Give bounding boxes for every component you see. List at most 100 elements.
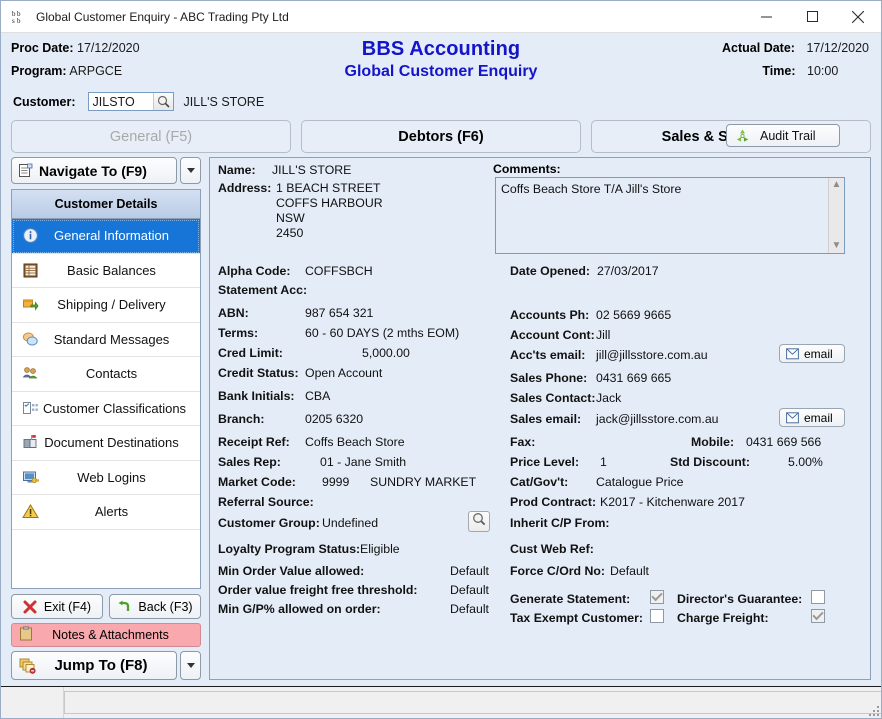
envelope-icon bbox=[786, 348, 799, 360]
sidebar-item-web-logins[interactable]: Web Logins bbox=[12, 461, 200, 496]
navigate-to-row: Navigate To (F9) bbox=[11, 157, 201, 184]
prod-contract-value: K2017 - Kitchenware 2017 bbox=[600, 495, 745, 509]
accounts-ph-label: Accounts Ph: bbox=[510, 308, 589, 322]
customer-group-search-button[interactable] bbox=[468, 511, 490, 532]
body-area: Navigate To (F9) Customer Details bbox=[1, 157, 881, 680]
back-button[interactable]: Back (F3) bbox=[109, 594, 201, 619]
jump-to-button[interactable]: Jump To (F8) bbox=[11, 651, 177, 680]
sidebar-item-contacts[interactable]: Contacts bbox=[12, 357, 200, 392]
terms-value: 60 - 60 DAYS (2 mths EOM) bbox=[305, 326, 459, 340]
sidebar-item-label: Alerts bbox=[43, 504, 200, 519]
address-line-1: 1 BEACH STREET bbox=[276, 181, 381, 195]
receipt-ref-value: Coffs Beach Store bbox=[305, 435, 405, 449]
navigate-to-dropdown[interactable] bbox=[180, 157, 201, 184]
clipboard-icon bbox=[19, 626, 33, 644]
mobile-label: Mobile: bbox=[691, 435, 734, 449]
date-opened-value: 27/03/2017 bbox=[597, 264, 659, 278]
customer-group-value: Undefined bbox=[322, 516, 378, 530]
people-icon bbox=[17, 365, 43, 382]
generate-statement-checkbox[interactable] bbox=[650, 590, 664, 604]
charge-freight-label: Charge Freight: bbox=[677, 611, 769, 625]
account-cont-value: Jill bbox=[596, 328, 610, 342]
bbs-logo-icon: b b s b bbox=[11, 9, 27, 25]
price-level-label: Price Level: bbox=[510, 455, 579, 469]
sidebar-item-general-information[interactable]: General Information bbox=[12, 219, 200, 254]
tax-exempt-label: Tax Exempt Customer: bbox=[510, 611, 643, 625]
tab-debtors[interactable]: Debtors (F6) bbox=[301, 120, 581, 153]
directors-guarantee-checkbox[interactable] bbox=[811, 590, 825, 604]
prod-contract-label: Prod Contract: bbox=[510, 495, 596, 509]
customer-details-list: Customer Details General Information bbox=[11, 189, 201, 589]
freight-threshold-value: Default bbox=[450, 583, 489, 597]
jump-to-label: Jump To (F8) bbox=[44, 657, 176, 674]
recycle-icon bbox=[735, 128, 750, 143]
alpha-code-value: COFFSBCH bbox=[305, 264, 373, 278]
navigate-to-button[interactable]: Navigate To (F9) bbox=[11, 157, 177, 184]
close-icon[interactable] bbox=[835, 1, 881, 32]
sales-phone-label: Sales Phone: bbox=[510, 371, 587, 385]
svg-text:s: s bbox=[12, 17, 15, 25]
comments-scrollbar[interactable]: ▲ ▼ bbox=[828, 178, 844, 253]
sales-contact-value: Jack bbox=[596, 391, 621, 405]
proc-date-value: 17/12/2020 bbox=[77, 41, 140, 55]
sidebar-item-document-destinations[interactable]: Document Destinations bbox=[12, 426, 200, 461]
navigate-to-label: Navigate To (F9) bbox=[39, 163, 147, 179]
back-label: Back (F3) bbox=[138, 600, 192, 614]
loyalty-program-status-label: Loyalty Program Status: bbox=[218, 542, 360, 556]
status-bar bbox=[1, 686, 881, 718]
minimize-icon[interactable] bbox=[743, 1, 789, 32]
notes-attachments-button[interactable]: Notes & Attachments bbox=[11, 623, 201, 647]
comments-value: Coffs Beach Store T/A Jill's Store bbox=[496, 178, 828, 253]
receipt-ref-label: Receipt Ref: bbox=[218, 435, 290, 449]
sidebar-item-alerts[interactable]: Alerts bbox=[12, 495, 200, 530]
date-opened-label: Date Opened: bbox=[510, 264, 590, 278]
std-discount-value: 5.00% bbox=[788, 455, 823, 469]
cust-web-ref-label: Cust Web Ref: bbox=[510, 542, 594, 556]
exit-label: Exit (F4) bbox=[44, 600, 91, 614]
sales-email-button[interactable]: email bbox=[779, 408, 845, 427]
address-line-4: 2450 bbox=[276, 226, 303, 240]
sidebar-action-buttons: Exit (F4) Back (F3) bbox=[11, 594, 201, 680]
scroll-up-icon[interactable]: ▲ bbox=[832, 180, 842, 190]
tax-exempt-checkbox[interactable] bbox=[650, 609, 664, 623]
customer-label: Customer: bbox=[13, 95, 76, 109]
sales-email-label: Sales email: bbox=[510, 412, 581, 426]
min-gp-label: Min G/P% allowed on order: bbox=[218, 602, 381, 616]
exit-button[interactable]: Exit (F4) bbox=[11, 594, 103, 619]
market-code-label: Market Code: bbox=[218, 475, 296, 489]
sidebar-item-label: Standard Messages bbox=[43, 332, 200, 347]
accts-email-button[interactable]: email bbox=[779, 344, 845, 363]
jump-to-dropdown[interactable] bbox=[180, 651, 201, 680]
customer-code-input[interactable]: JILSTO bbox=[88, 92, 174, 111]
tab-general[interactable]: General (F5) bbox=[11, 120, 291, 153]
fax-label: Fax: bbox=[510, 435, 535, 449]
maximize-icon[interactable] bbox=[789, 1, 835, 32]
bank-initials-value: CBA bbox=[305, 389, 330, 403]
checklist-icon bbox=[17, 400, 43, 417]
actual-date-value: 17/12/2020 bbox=[806, 41, 869, 55]
sidebar-item-customer-classifications[interactable]: Customer Classifications bbox=[12, 392, 200, 427]
force-cord-label: Force C/Ord No: bbox=[510, 564, 605, 578]
min-order-value-label: Min Order Value allowed: bbox=[218, 564, 364, 578]
actual-date-label: Actual Date: bbox=[722, 41, 795, 55]
branch-value: 0205 6320 bbox=[305, 412, 363, 426]
spreadsheet-icon bbox=[17, 262, 43, 279]
scroll-down-icon[interactable]: ▼ bbox=[832, 241, 842, 251]
sidebar-item-standard-messages[interactable]: Standard Messages bbox=[12, 323, 200, 358]
sidebar-item-shipping-delivery[interactable]: Shipping / Delivery bbox=[12, 288, 200, 323]
magnifier-icon[interactable] bbox=[153, 93, 173, 110]
program-value: ARPGCE bbox=[69, 64, 122, 78]
resize-grip-icon[interactable] bbox=[865, 702, 879, 716]
truck-dispatch-icon bbox=[17, 296, 43, 313]
force-cord-value: Default bbox=[610, 564, 649, 578]
charge-freight-checkbox[interactable] bbox=[811, 609, 825, 623]
sales-email-button-label: email bbox=[804, 411, 833, 425]
header-right-info: Actual Date: 17/12/2020 Time: 10:00 bbox=[722, 41, 869, 87]
sidebar-item-basic-balances[interactable]: Basic Balances bbox=[12, 254, 200, 289]
sidebar: Navigate To (F9) Customer Details bbox=[11, 157, 201, 680]
sales-rep-value: 01 - Jane Smith bbox=[320, 455, 406, 469]
comments-field[interactable]: Coffs Beach Store T/A Jill's Store ▲ ▼ bbox=[495, 177, 845, 254]
audit-trail-button[interactable]: Audit Trail bbox=[726, 124, 840, 147]
price-level-value: 1 bbox=[600, 455, 607, 469]
sidebar-item-label: Web Logins bbox=[43, 470, 200, 485]
